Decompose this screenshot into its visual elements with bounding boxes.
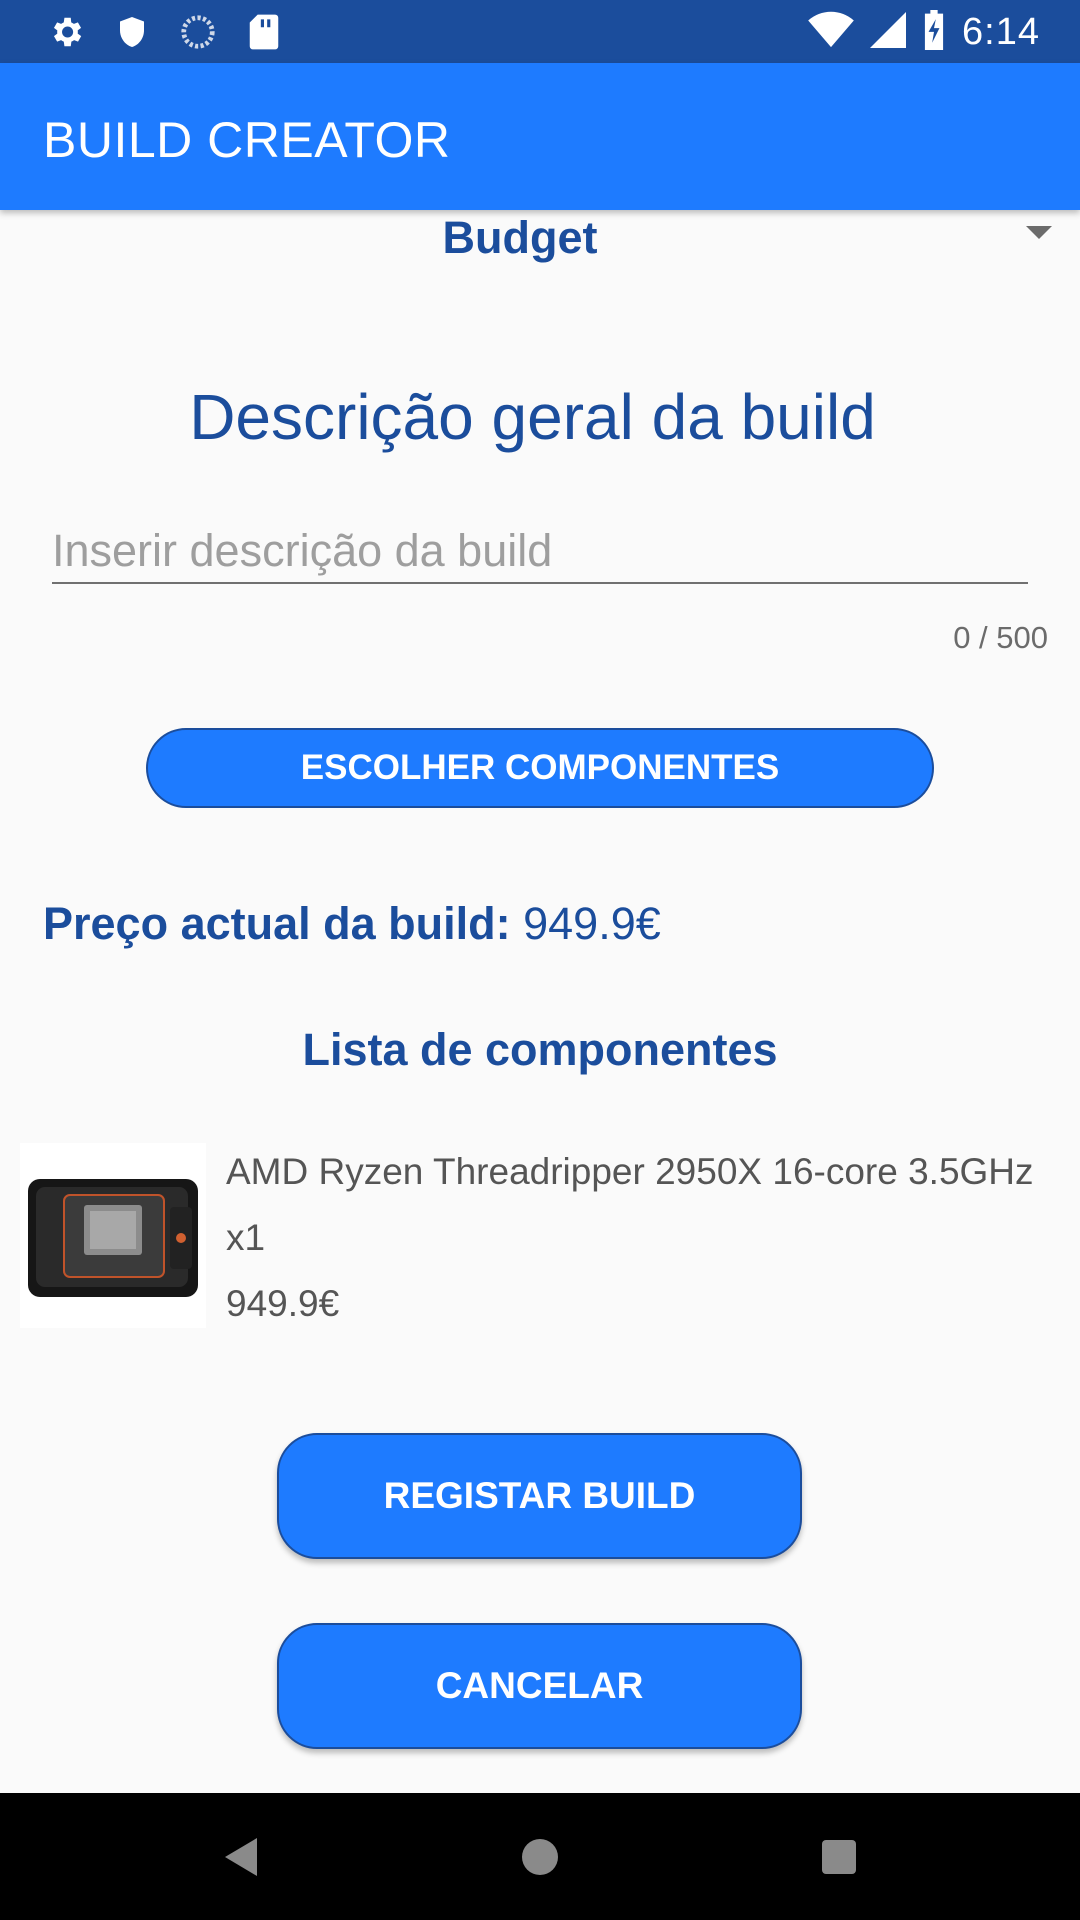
section-title: Descrição geral da build	[189, 381, 876, 453]
price-value: 949.9€	[523, 898, 661, 949]
cancel-button[interactable]: CANCELAR	[277, 1623, 802, 1749]
category-spinner[interactable]: Budget	[0, 210, 1080, 270]
current-price: Preço actual da build: 949.9€	[43, 898, 661, 950]
sync-icon	[178, 12, 218, 52]
app-title: BUILD CREATOR	[43, 112, 451, 168]
status-time: 6:14	[962, 11, 1040, 53]
navigation-bar	[0, 1793, 1080, 1920]
price-label: Preço actual da build:	[43, 898, 511, 949]
component-price: 949.9€	[226, 1283, 340, 1324]
character-counter: 0 / 500	[953, 620, 1048, 655]
components-list-title: Lista de componentes	[302, 1024, 778, 1075]
dropdown-arrow-icon	[1026, 226, 1052, 239]
wifi-icon	[808, 11, 854, 54]
signal-icon	[870, 11, 907, 54]
shield-icon	[112, 12, 152, 52]
home-icon[interactable]	[522, 1839, 558, 1875]
app-bar: BUILD CREATOR	[0, 63, 1080, 210]
main-content: Budget Descrição geral da build 0 / 500 …	[0, 210, 1080, 1793]
sd-card-icon	[244, 12, 284, 52]
register-build-button[interactable]: REGISTAR BUILD	[277, 1433, 802, 1559]
component-quantity: x1	[226, 1217, 266, 1258]
choose-components-button[interactable]: ESCOLHER COMPONENTES	[146, 728, 934, 808]
spinner-selected-value: Budget	[442, 212, 598, 263]
back-icon[interactable]	[225, 1838, 257, 1876]
component-thumbnail	[20, 1143, 206, 1328]
status-bar: 6:14	[0, 0, 1080, 63]
list-item[interactable]: AMD Ryzen Threadripper 2950X 16-core 3.5…	[20, 1143, 1060, 1328]
description-input[interactable]	[52, 520, 1028, 584]
component-name: AMD Ryzen Threadripper 2950X 16-core 3.5…	[226, 1151, 1034, 1192]
battery-charging-icon	[922, 10, 946, 55]
recent-apps-icon[interactable]	[822, 1840, 856, 1874]
gear-icon	[46, 12, 86, 52]
